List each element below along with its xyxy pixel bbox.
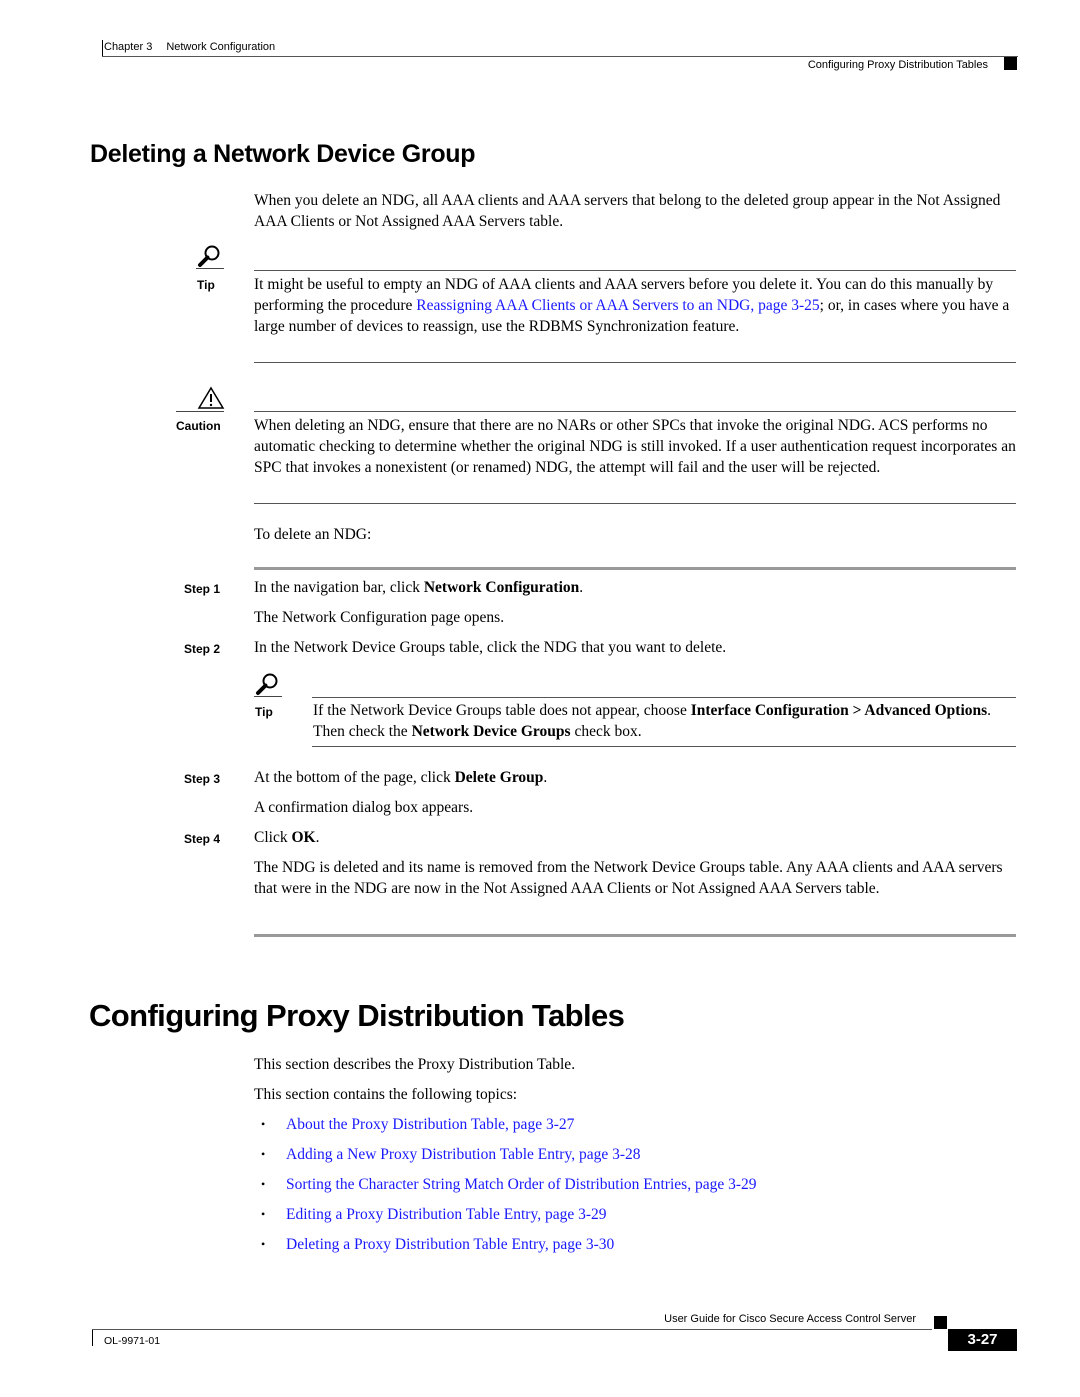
pdt-intro: This section describes the Proxy Distrib… xyxy=(254,1056,576,1073)
ui-element-name: Interface Configuration > Advanced Optio… xyxy=(690,702,988,719)
header-marker-block xyxy=(1004,57,1017,70)
page-number-badge: 3-27 xyxy=(948,1329,1017,1351)
caution-label: Caution xyxy=(176,419,221,433)
ui-element-name: Network Configuration xyxy=(423,579,580,596)
step-1-result: The Network Configuration page opens. xyxy=(254,609,505,626)
chapter-title: Network Configuration xyxy=(166,41,276,53)
step-text-start: At the bottom of the page, click xyxy=(254,769,455,786)
ui-element-name: Network Device Groups xyxy=(411,723,571,740)
list-item: • Adding a New Proxy Distribution Table E… xyxy=(254,1144,757,1174)
footer-guide-title: User Guide for Cisco Secure Access Contr… xyxy=(664,1313,916,1325)
procedure-top-rule xyxy=(254,567,1016,570)
section-heading-proxy-distribution: Configuring Proxy Distribution Tables xyxy=(89,998,625,1033)
caution-bottom-rule xyxy=(254,503,1016,504)
step-label: Step 3 xyxy=(184,772,221,786)
step-1-text: In the navigation bar, click Network Con… xyxy=(254,577,583,598)
footer-rule xyxy=(92,1329,932,1330)
header-rule xyxy=(102,56,1018,57)
topic-link[interactable]: Adding a New Proxy Distribution Table En… xyxy=(286,1144,641,1165)
list-item: • Deleting a Proxy Distribution Table Ent… xyxy=(254,1234,757,1264)
topic-link[interactable]: Deleting a Proxy Distribution Table Entr… xyxy=(286,1234,614,1255)
caution-top-rule xyxy=(254,411,1016,412)
pdt-topics-intro: This section contains the following topi… xyxy=(254,1086,518,1103)
step-3-result: A confirmation dialog box appears. xyxy=(254,799,474,816)
reassigning-ndg-link[interactable]: Reassigning AAA Clients or AAA Servers t… xyxy=(416,297,819,314)
tip-icon-rule xyxy=(196,268,224,269)
step-text-end: . xyxy=(543,769,548,786)
bullet-icon: • xyxy=(261,1207,266,1221)
bullet-icon: • xyxy=(261,1237,266,1251)
tip-top-rule xyxy=(254,270,1016,271)
intro-paragraph: When you delete an NDG, all AAA clients … xyxy=(254,192,1001,230)
running-header-section: Configuring Proxy Distribution Tables xyxy=(807,59,988,71)
step-text-start: In the navigation bar, click xyxy=(254,579,424,596)
ui-element-name: Delete Group xyxy=(454,769,544,786)
tip-top-rule xyxy=(312,697,1016,698)
step-text-end: . xyxy=(579,579,584,596)
chapter-number: Chapter 3 xyxy=(104,41,153,53)
step-text-end: . xyxy=(315,829,320,846)
procedure-bottom-rule xyxy=(254,934,1016,937)
tip-text: It might be useful to empty an NDG of AA… xyxy=(254,274,1016,337)
topic-list: • About the Proxy Distribution Table, pag… xyxy=(254,1114,757,1264)
bullet-icon: • xyxy=(261,1177,266,1191)
step-4-text: Click OK. xyxy=(254,827,319,848)
tip-bottom-rule xyxy=(312,746,1016,747)
section-heading-delete-ndg: Deleting a Network Device Group xyxy=(90,140,476,168)
tip-bottom-rule xyxy=(254,362,1016,363)
step-label: Step 4 xyxy=(184,832,221,846)
list-item: • Sorting the Character String Match Orde… xyxy=(254,1174,757,1204)
step-4-result: The NDG is deleted and its name is remov… xyxy=(254,859,1003,897)
tip-label: Tip xyxy=(255,705,273,719)
list-item: • Editing a Proxy Distribution Table Entr… xyxy=(254,1204,757,1234)
topic-link[interactable]: Sorting the Character String Match Order… xyxy=(286,1174,757,1195)
procedure-intro: To delete an NDG: xyxy=(254,526,372,543)
topic-link[interactable]: About the Proxy Distribution Table, page… xyxy=(286,1114,574,1135)
tip-text-part: check box. xyxy=(570,723,642,740)
header-left-bar xyxy=(102,40,103,56)
list-item: • About the Proxy Distribution Table, pag… xyxy=(254,1114,757,1144)
step-text-start: Click xyxy=(254,829,292,846)
bullet-icon: • xyxy=(261,1147,266,1161)
topic-link[interactable]: Editing a Proxy Distribution Table Entry… xyxy=(286,1204,607,1225)
step-3-text: At the bottom of the page, click Delete … xyxy=(254,767,547,788)
caution-text: When deleting an NDG, ensure that there … xyxy=(254,417,1016,476)
footer-doc-number: OL-9971-01 xyxy=(104,1335,161,1347)
footer-marker-block xyxy=(934,1316,947,1329)
bullet-icon: • xyxy=(261,1117,266,1131)
tip-text-part: If the Network Device Groups table does … xyxy=(313,702,691,719)
tip-icon-rule xyxy=(254,696,282,697)
step-2-text: In the Network Device Groups table, clic… xyxy=(254,639,727,656)
running-header-chapter: Chapter 3 Network Configuration xyxy=(104,41,275,53)
ui-element-name: OK xyxy=(291,829,316,846)
tip-label: Tip xyxy=(197,278,215,292)
footer-left-bar xyxy=(92,1330,93,1346)
tip-text: If the Network Device Groups table does … xyxy=(313,700,1016,742)
step-label: Step 2 xyxy=(184,642,221,656)
caution-icon-rule xyxy=(176,411,224,412)
step-label: Step 1 xyxy=(184,582,221,596)
